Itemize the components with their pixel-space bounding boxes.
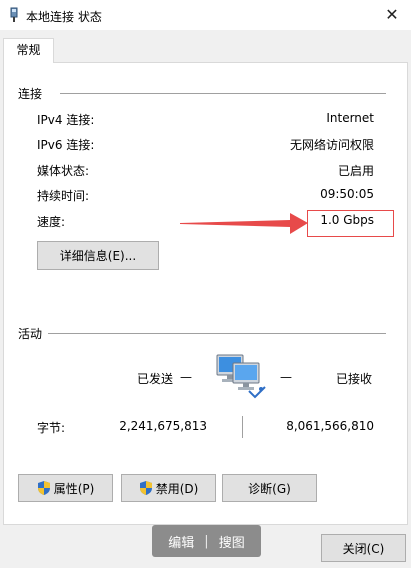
- speed-highlight-box: [307, 210, 394, 237]
- search-image-button[interactable]: 搜图: [219, 532, 245, 551]
- received-label: 已接收: [336, 372, 373, 386]
- disable-button[interactable]: 禁用(D): [121, 474, 216, 502]
- image-overlay-toolbar: 编辑 | 搜图: [152, 525, 261, 557]
- overlay-separator: |: [204, 533, 209, 549]
- ipv6-label: IPv6 连接:: [37, 138, 95, 152]
- media-state-label: 媒体状态:: [37, 164, 90, 178]
- tab-general[interactable]: 常规: [3, 38, 54, 63]
- uac-shield-icon: [37, 481, 50, 495]
- details-button[interactable]: 详细信息(E)...: [37, 241, 159, 270]
- sent-label: 已发送: [137, 372, 174, 386]
- properties-button-label: 属性(P): [53, 481, 95, 496]
- bytes-received-value: 8,061,566,810: [286, 419, 374, 433]
- bytes-sent-value: 2,241,675,813: [119, 419, 207, 433]
- tab-panel: [3, 62, 408, 525]
- close-button[interactable]: 关闭(C): [321, 534, 406, 562]
- sent-dash: —: [180, 370, 192, 384]
- network-status-icon: [10, 7, 18, 22]
- activity-divider: [48, 333, 386, 334]
- annotation-arrow: [180, 213, 308, 234]
- activity-group-title: 活动: [18, 325, 43, 342]
- ipv6-value: 无网络访问权限: [289, 138, 374, 152]
- connection-divider: [60, 93, 386, 94]
- uac-shield-icon: [139, 481, 152, 495]
- bytes-separator: [242, 416, 243, 438]
- ipv4-label: IPv4 连接:: [37, 113, 95, 127]
- diagnose-button[interactable]: 诊断(G): [222, 474, 317, 502]
- speed-label: 速度:: [37, 215, 66, 229]
- received-dash: —: [280, 370, 292, 384]
- duration-label: 持续时间:: [37, 189, 90, 203]
- edit-button[interactable]: 编辑: [168, 532, 194, 551]
- duration-value: 09:50:05: [320, 187, 374, 201]
- close-icon[interactable]: ✕: [381, 4, 403, 26]
- network-computers-icon: [216, 354, 266, 399]
- connection-group-title: 连接: [18, 85, 43, 102]
- ipv4-value: Internet: [326, 111, 374, 125]
- window-title: 本地连接 状态: [26, 10, 102, 24]
- media-state-value: 已启用: [337, 164, 374, 178]
- disable-button-label: 禁用(D): [155, 481, 199, 496]
- properties-button[interactable]: 属性(P): [18, 474, 113, 502]
- title-bar: 本地连接 状态 ✕: [0, 0, 411, 30]
- bytes-label: 字节:: [37, 421, 66, 435]
